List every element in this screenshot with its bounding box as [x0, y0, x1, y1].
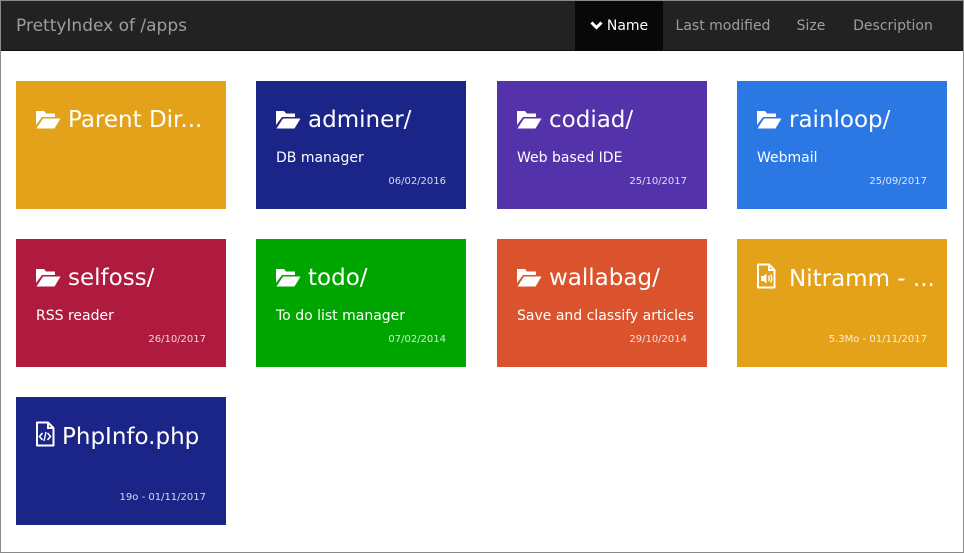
tile-title: wallabag/ — [549, 265, 660, 291]
tile-title: PhpInfo.php — [62, 424, 200, 450]
tile-title-row: wallabag/ — [516, 263, 695, 293]
tile-nitramm-audio-file[interactable]: Nitramm - ... 5.3Mo - 01/11/2017 — [737, 239, 947, 367]
sort-by-last-modified-label: Last modified — [675, 18, 771, 34]
sort-by-description-label: Description — [853, 18, 933, 34]
tile-title: adminer/ — [308, 107, 412, 133]
folder-open-icon — [516, 108, 542, 134]
tile-description: Web based IDE — [517, 150, 623, 166]
tile-title-row: Parent Dir... — [35, 105, 214, 135]
tile-description: To do list manager — [276, 308, 406, 324]
folder-open-icon — [35, 108, 61, 134]
tile-title: selfoss/ — [68, 265, 155, 291]
brand-title[interactable]: PrettyIndex of /apps — [16, 1, 187, 51]
tile-description: RSS reader — [36, 308, 114, 324]
tile-title: todo/ — [308, 265, 368, 291]
tile-title: codiad/ — [549, 107, 634, 133]
sort-by-description[interactable]: Description — [839, 1, 947, 51]
tile-title-row: todo/ — [275, 263, 454, 293]
tile-title: Parent Dir... — [68, 107, 203, 133]
tile-date: 29/10/2014 — [629, 334, 687, 345]
tile-parent-directory[interactable]: Parent Dir... — [16, 81, 226, 209]
folder-open-icon — [35, 266, 61, 292]
tile-description: Webmail — [757, 150, 818, 166]
tile-todo[interactable]: todo/ To do list manager 07/02/2014 — [256, 239, 466, 367]
folder-open-icon — [275, 266, 301, 292]
tile-title-row: codiad/ — [516, 105, 695, 135]
tile-date: 25/09/2017 — [869, 176, 927, 187]
tile-adminer[interactable]: adminer/ DB manager 06/02/2016 — [256, 81, 466, 209]
folder-open-icon — [516, 266, 542, 292]
tile-wallabag[interactable]: wallabag/ Save and classify articles 29/… — [497, 239, 707, 367]
chevron-down-icon — [590, 21, 603, 30]
sort-by-name-label: Name — [606, 18, 649, 34]
tile-description: DB manager — [276, 150, 364, 166]
tile-date: 25/10/2017 — [629, 176, 687, 187]
sort-by-name[interactable]: Name — [575, 1, 663, 51]
folder-open-icon — [275, 108, 301, 134]
folder-open-icon — [756, 108, 782, 134]
tile-description: Save and classify articles — [517, 308, 694, 324]
tile-selfoss[interactable]: selfoss/ RSS reader 26/10/2017 — [16, 239, 226, 367]
sort-by-size-label: Size — [796, 18, 826, 34]
tile-title-row: Nitramm - ... — [756, 263, 935, 294]
tile-size-date: 5.3Mo - 01/11/2017 — [828, 334, 927, 345]
sort-by-last-modified[interactable]: Last modified — [663, 1, 783, 51]
tile-title-row: PhpInfo.php — [35, 421, 214, 452]
tile-date: 06/02/2016 — [388, 176, 446, 187]
tile-date: 07/02/2014 — [388, 334, 446, 345]
tile-phpinfo[interactable]: PhpInfo.php 19o - 01/11/2017 — [16, 397, 226, 525]
tile-title: Nitramm - ... — [789, 266, 935, 292]
tile-title-row: adminer/ — [275, 105, 454, 135]
tile-codiad[interactable]: codiad/ Web based IDE 25/10/2017 — [497, 81, 707, 209]
tile-title: rainloop/ — [789, 107, 891, 133]
tile-rainloop[interactable]: rainloop/ Webmail 25/09/2017 — [737, 81, 947, 209]
navbar: PrettyIndex of /apps Name Last modified … — [1, 1, 963, 51]
tile-title-row: selfoss/ — [35, 263, 214, 293]
tile-title-row: rainloop/ — [756, 105, 935, 135]
code-file-icon — [35, 421, 57, 447]
tile-size-date: 19o - 01/11/2017 — [119, 492, 206, 503]
sort-by-size[interactable]: Size — [783, 1, 839, 51]
audio-file-icon — [756, 263, 782, 289]
tile-date: 26/10/2017 — [148, 334, 206, 345]
